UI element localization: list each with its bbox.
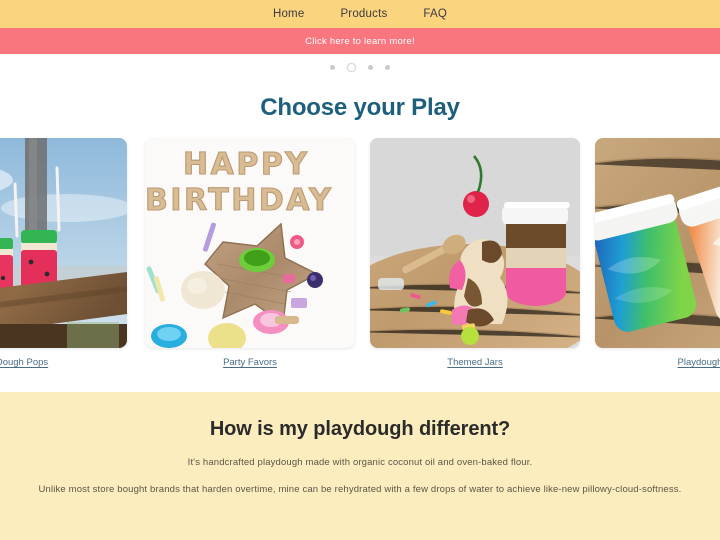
carousel-dots [0, 54, 720, 80]
watermelon-dough-pops-photo[interactable] [0, 138, 127, 348]
carousel-dot-2[interactable] [347, 62, 356, 72]
info-paragraph-1: It's handcrafted playdough made with org… [187, 457, 533, 468]
carousel-dot-1[interactable] [330, 64, 335, 70]
nav-item-faq[interactable]: FAQ [423, 0, 447, 28]
gallery-card-themed-jars[interactable]: Themed Jars [370, 138, 580, 368]
svg-text:BIRTHDAY: BIRTHDAY [145, 183, 333, 218]
nav-item-home[interactable]: Home [266, 0, 312, 31]
carousel-dot-4[interactable] [385, 64, 390, 70]
rainbow-playdough-jars-photo[interactable] [595, 138, 720, 348]
nav-item-home-label: Home [272, 8, 305, 20]
info-section-title: How is my playdough different? [209, 418, 511, 440]
svg-text:HAPPY: HAPPY [183, 147, 310, 182]
info-paragraph-2: Unlike most store bought brands that har… [38, 484, 682, 495]
gallery-card-caption-party-favors[interactable]: Party Favors [145, 357, 355, 368]
gallery-card-caption-playdough[interactable]: Playdough [595, 357, 720, 368]
gallery-card-caption-dough-pops[interactable]: Dough Pops [0, 357, 127, 368]
info-section: How is my playdough different? It's hand… [0, 392, 720, 540]
carousel-dot-3[interactable] [368, 64, 373, 70]
gallery-card-playdough[interactable]: Playdough [595, 138, 720, 368]
gallery-card-caption-themed-jars[interactable]: Themed Jars [370, 357, 580, 368]
promo-banner-text: Click here to learn more! [305, 35, 415, 47]
gallery-cards: Dough Pops HAPPY BIRTHDAY Party Favors T… [0, 138, 720, 378]
gallery-card-party-favors[interactable]: HAPPY BIRTHDAY Party Favors [145, 138, 355, 368]
gallery-card-dough-pops[interactable]: Dough Pops [0, 138, 127, 368]
nav-item-products-label: Products [340, 8, 388, 20]
gallery-title: Choose your Play [260, 94, 460, 121]
nav-item-products[interactable]: Products [340, 0, 387, 28]
promo-banner[interactable]: Click here to learn more! [0, 28, 720, 54]
happy-birthday-party-favors-photo[interactable]: HAPPY BIRTHDAY [145, 138, 355, 348]
page-root: Home Products FAQ Click here to learn mo… [0, 0, 720, 540]
neapolitan-sundae-themed-jar-photo[interactable] [370, 138, 580, 348]
nav-item-faq-label: FAQ [423, 8, 448, 20]
site-header: Home Products FAQ [0, 0, 720, 31]
